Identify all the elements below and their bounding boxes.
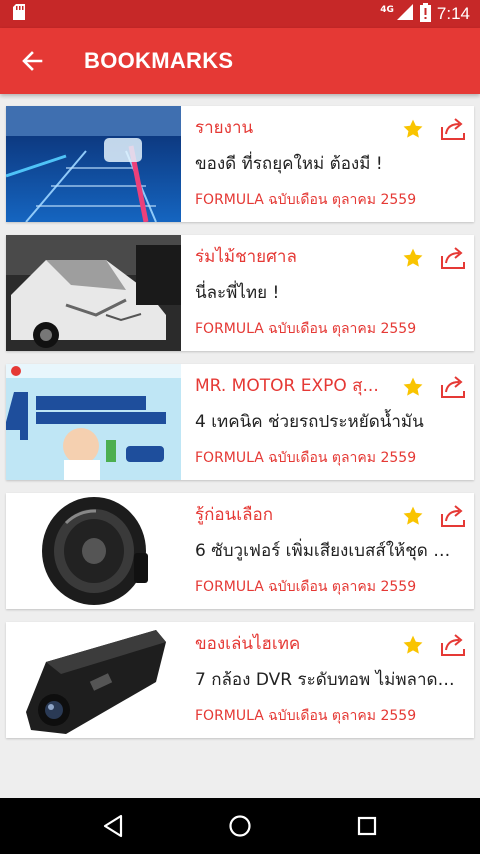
network-type: 4G (380, 5, 394, 15)
bookmark-headline: 7 กล้อง DVR ระดับทอพ ไม่พลาดเห... (195, 670, 460, 690)
bookmark-card[interactable]: ของเล่นไฮเทค 7 กล้อง DVR ระดับทอพ ไม่พลา… (6, 622, 474, 738)
bookmark-star-button[interactable] (400, 632, 426, 658)
bookmark-headline: ของดี ที่รถยุคใหม่ ต้องมี ! (195, 154, 383, 174)
back-triangle-icon (104, 814, 123, 838)
star-icon (403, 377, 423, 396)
bookmark-card[interactable]: ร่มไม้ชายศาล นี่ละพี่ไทย ! FORMULA ฉบับเ… (6, 235, 474, 351)
arrow-left-icon (22, 51, 43, 71)
star-icon (403, 635, 423, 654)
share-icon (441, 634, 465, 656)
fuel-tips-thumbnail (6, 364, 181, 480)
share-button[interactable] (440, 116, 466, 142)
nav-home-button[interactable] (216, 802, 264, 850)
bookmark-headline: นี่ละพี่ไทย ! (195, 283, 280, 303)
nav-recents-button[interactable] (343, 802, 391, 850)
status-bar: 4G 7:14 (0, 0, 480, 28)
star-icon (403, 506, 423, 525)
share-icon (441, 247, 465, 269)
bookmark-headline: 6 ซับวูเฟอร์ เพิ่มเสียงเบสส์ให้ชุด OEM (195, 541, 460, 561)
subwoofer-thumbnail (6, 493, 181, 609)
share-button[interactable] (440, 503, 466, 529)
bookmark-star-button[interactable] (400, 245, 426, 271)
system-nav-bar (0, 798, 480, 854)
bookmark-card[interactable]: รู้ก่อนเลือก 6 ซับวูเฟอร์ เพิ่มเสียงเบสส… (6, 493, 474, 609)
parking-camera-thumbnail (6, 106, 181, 222)
status-icons: 4G 7:14 (380, 2, 470, 26)
bookmark-source: FORMULA ฉบับเดือน ตุลาคม 2559 (195, 450, 417, 466)
bookmark-list: รายงาน ของดี ที่รถยุคใหม่ ต้องมี ! FORMU… (0, 94, 480, 798)
share-icon (441, 505, 465, 527)
recents-square-icon (357, 816, 376, 836)
star-icon (403, 248, 423, 267)
back-button[interactable] (0, 28, 64, 94)
crashed-car-thumbnail (6, 235, 181, 351)
bookmark-card[interactable]: รายงาน ของดี ที่รถยุคใหม่ ต้องมี ! FORMU… (6, 106, 474, 222)
app-bar: BOOKMARKS (0, 28, 480, 94)
star-icon (403, 119, 423, 138)
battery-icon (419, 2, 431, 26)
share-button[interactable] (440, 632, 466, 658)
bookmark-source: FORMULA ฉบับเดือน ตุลาคม 2559 (195, 708, 417, 724)
bookmark-source: FORMULA ฉบับเดือน ตุลาคม 2559 (195, 321, 417, 337)
bookmark-headline: 4 เทคนิค ช่วยรถประหยัดน้ำมัน (195, 412, 424, 432)
bookmark-source: FORMULA ฉบับเดือน ตุลาคม 2559 (195, 579, 417, 595)
bookmark-card[interactable]: MR. MOTOR EXPO สุ... 4 เทคนิค ช่วยรถประห… (6, 364, 474, 480)
bookmark-star-button[interactable] (400, 374, 426, 400)
share-icon (441, 376, 465, 398)
clock: 7:14 (436, 4, 470, 23)
nav-back-button[interactable] (89, 802, 137, 850)
dvr-camera-thumbnail (6, 622, 181, 738)
bookmark-source: FORMULA ฉบับเดือน ตุลาคม 2559 (195, 192, 417, 208)
share-button[interactable] (440, 374, 466, 400)
share-button[interactable] (440, 245, 466, 271)
bookmark-star-button[interactable] (400, 116, 426, 142)
signal-icon (396, 3, 414, 25)
bookmark-star-button[interactable] (400, 503, 426, 529)
home-circle-icon (229, 815, 251, 837)
sd-card-icon (12, 3, 26, 25)
share-icon (441, 118, 465, 140)
page-title: BOOKMARKS (84, 48, 234, 73)
